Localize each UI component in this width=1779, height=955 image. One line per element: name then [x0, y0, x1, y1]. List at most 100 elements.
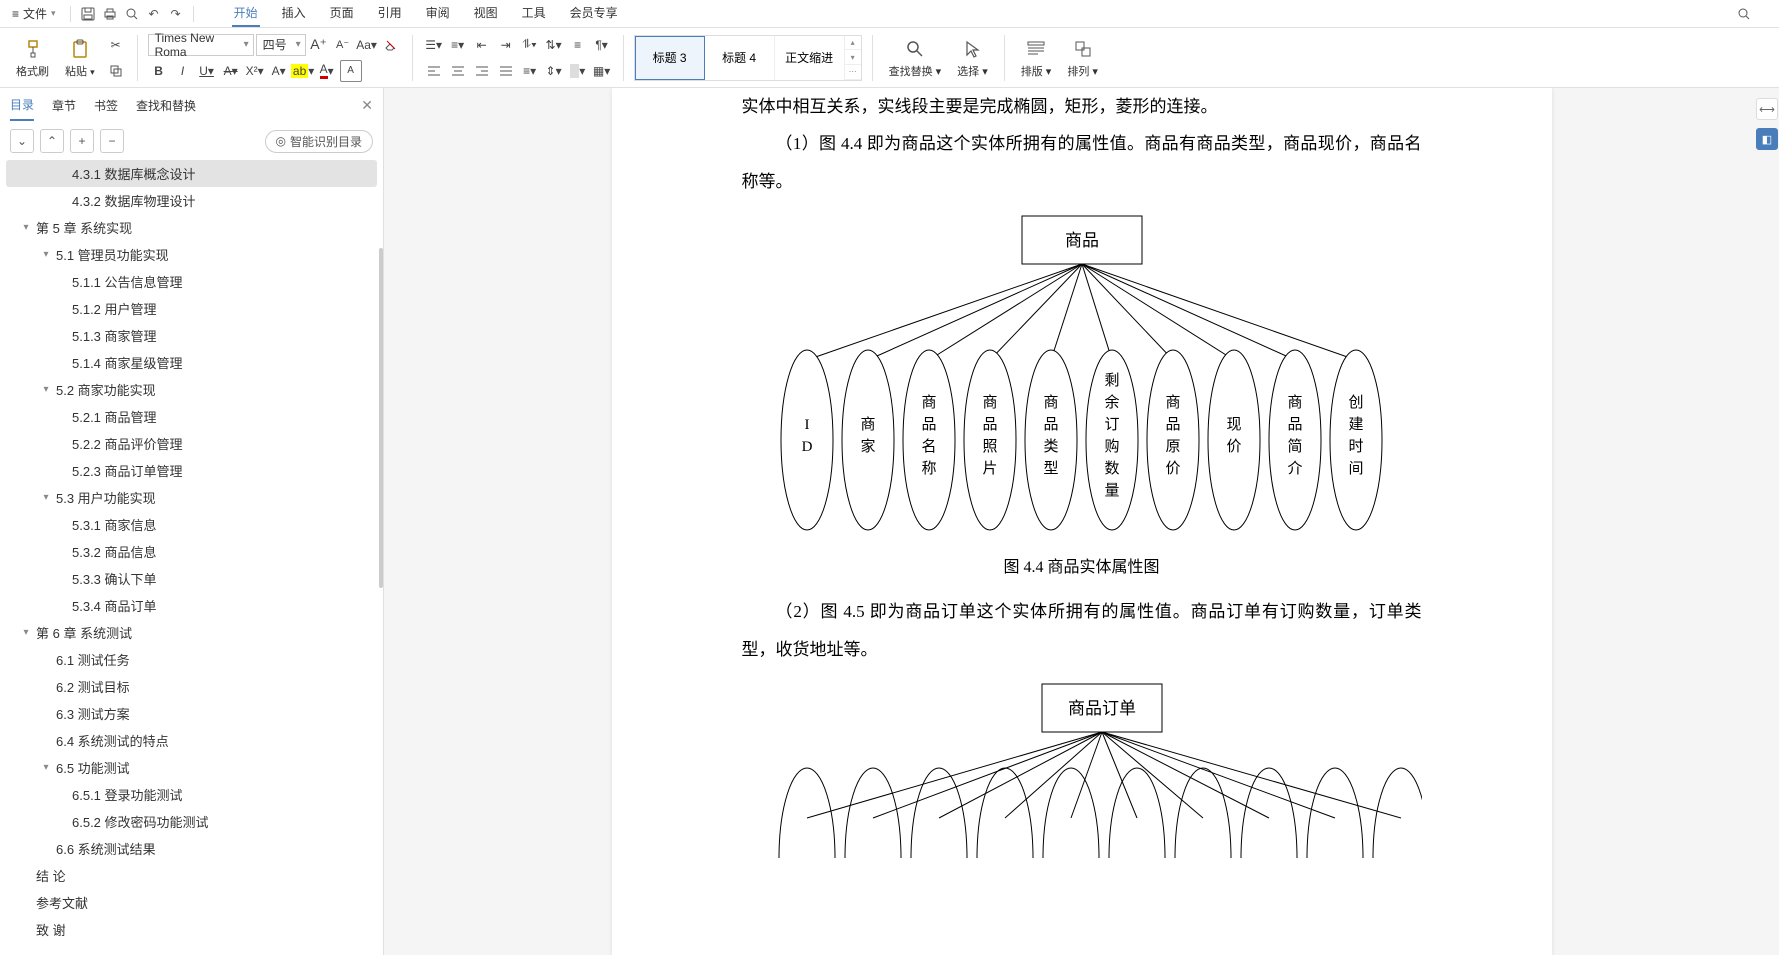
italic-icon[interactable]: I: [172, 60, 194, 82]
add-icon[interactable]: +: [70, 129, 94, 153]
toc-item[interactable]: ▾第 5 章 系统实现: [6, 214, 377, 241]
tab-insert[interactable]: 插入: [280, 0, 308, 27]
remove-icon[interactable]: −: [100, 129, 124, 153]
tab-page[interactable]: 页面: [328, 0, 356, 27]
scroll-up-icon[interactable]: ▴: [845, 36, 861, 51]
style-body-indent[interactable]: 正文缩进: [775, 36, 845, 80]
search-icon[interactable]: [1735, 5, 1753, 23]
distribute-icon[interactable]: ≡▾: [519, 60, 541, 82]
toc-item[interactable]: 5.1.4 商家星级管理: [6, 349, 377, 376]
toc-item[interactable]: 6.5.1 登录功能测试: [6, 781, 377, 808]
toc-item[interactable]: 6.6 系统测试结果: [6, 835, 377, 862]
spacing-icon[interactable]: ⇕▾: [543, 60, 565, 82]
find-replace-button[interactable]: 查找替换 ▾: [883, 35, 948, 81]
grow-font-icon[interactable]: A⁺: [308, 34, 330, 56]
underline-icon[interactable]: U▾: [196, 60, 218, 82]
toc-item[interactable]: ▾5.3 用户功能实现: [6, 484, 377, 511]
toc-item[interactable]: 参考文献: [6, 889, 377, 916]
rail-ai-icon[interactable]: ◧: [1756, 128, 1778, 150]
style-heading4[interactable]: 标题 4: [705, 36, 775, 80]
scroll-down-icon[interactable]: ▾: [845, 50, 861, 65]
layout-button[interactable]: 排版 ▾: [1015, 35, 1058, 81]
phonetic-icon[interactable]: A: [340, 60, 362, 82]
toc-item[interactable]: ▾6.5 功能测试: [6, 754, 377, 781]
style-heading3[interactable]: 标题 3: [635, 36, 705, 80]
text-direction-icon[interactable]: ⥮▾: [519, 34, 541, 56]
align-justify-icon[interactable]: [495, 60, 517, 82]
cut-icon[interactable]: ✂: [105, 34, 127, 56]
borders-icon[interactable]: ▦▾: [591, 60, 613, 82]
toc-item[interactable]: 6.1 测试任务: [6, 646, 377, 673]
toc-item[interactable]: ▾5.2 商家功能实现: [6, 376, 377, 403]
shrink-font-icon[interactable]: A⁻: [332, 34, 354, 56]
tab-chapter[interactable]: 章节: [52, 91, 76, 120]
expand-down-icon[interactable]: ⌄: [10, 129, 34, 153]
clear-format-icon[interactable]: [380, 34, 402, 56]
close-pane-icon[interactable]: ✕: [361, 97, 373, 114]
bullets-icon[interactable]: ☰▾: [423, 34, 445, 56]
toc-item[interactable]: 5.2.3 商品订单管理: [6, 457, 377, 484]
decrease-indent-icon[interactable]: ⇤: [471, 34, 493, 56]
toc-item[interactable]: 5.3.1 商家信息: [6, 511, 377, 538]
smart-toc-button[interactable]: ◎ 智能识别目录: [265, 130, 374, 153]
toc-item[interactable]: 5.2.2 商品评价管理: [6, 430, 377, 457]
toc-item[interactable]: 致 谢: [6, 916, 377, 943]
undo-icon[interactable]: ↶: [145, 5, 163, 23]
tab-references[interactable]: 引用: [376, 0, 404, 27]
toc-item[interactable]: 5.3.4 商品订单: [6, 592, 377, 619]
file-menu[interactable]: ≡ 文件 ▾: [6, 3, 62, 24]
tab-find-replace[interactable]: 查找和替换: [136, 91, 196, 120]
toc-item[interactable]: 4.3.2 数据库物理设计: [6, 187, 377, 214]
tab-view[interactable]: 视图: [472, 0, 500, 27]
toc-item[interactable]: 5.1.2 用户管理: [6, 295, 377, 322]
toc-item[interactable]: 6.3 测试方案: [6, 700, 377, 727]
show-marks-icon[interactable]: ¶▾: [591, 34, 613, 56]
redo-icon[interactable]: ↷: [167, 5, 185, 23]
preview-icon[interactable]: [123, 5, 141, 23]
collapse-up-icon[interactable]: ⌃: [40, 129, 64, 153]
font-size-combo[interactable]: 四号▾: [256, 34, 306, 56]
toc-item[interactable]: 6.4 系统测试的特点: [6, 727, 377, 754]
toc-item[interactable]: 结 论: [6, 862, 377, 889]
toc-item[interactable]: ▾第 6 章 系统测试: [6, 619, 377, 646]
toc-item[interactable]: 5.3.2 商品信息: [6, 538, 377, 565]
font-name-combo[interactable]: Times New Roma▾: [148, 34, 254, 56]
highlight-icon[interactable]: ab▾: [292, 60, 314, 82]
toc-item[interactable]: 5.1.1 公告信息管理: [6, 268, 377, 295]
tab-vip[interactable]: 会员专享: [568, 0, 620, 27]
align-center-icon[interactable]: [447, 60, 469, 82]
increase-indent-icon[interactable]: ⇥: [495, 34, 517, 56]
change-case-icon[interactable]: Aa▾: [356, 34, 378, 56]
tab-home[interactable]: 开始: [232, 0, 260, 27]
copy-icon[interactable]: [105, 60, 127, 82]
font-color-icon[interactable]: A▾: [316, 60, 338, 82]
superscript-icon[interactable]: X²▾: [244, 60, 266, 82]
paste-button[interactable]: 粘贴 ▾: [59, 35, 101, 81]
toc-item[interactable]: 4.3.1 数据库概念设计: [6, 160, 377, 187]
document-viewport[interactable]: ⟷ ◧ 实体中相互关系，实线段主要是完成椭圆，矩形，菱形的连接。 （1）图 4.…: [384, 88, 1779, 955]
save-icon[interactable]: [79, 5, 97, 23]
print-icon[interactable]: [101, 5, 119, 23]
select-button[interactable]: 选择 ▾: [951, 35, 994, 81]
toc-item[interactable]: 6.2 测试目标: [6, 673, 377, 700]
tab-tools[interactable]: 工具: [520, 0, 548, 27]
strikethrough-icon[interactable]: A▾: [220, 60, 242, 82]
arrange-button[interactable]: 排列 ▾: [1061, 35, 1104, 81]
rail-expand-icon[interactable]: ⟷: [1756, 98, 1778, 120]
expand-styles-icon[interactable]: ⋯: [845, 65, 861, 80]
toc-item[interactable]: 5.3.3 确认下单: [6, 565, 377, 592]
tab-bookmark[interactable]: 书签: [94, 91, 118, 120]
scrollbar-thumb[interactable]: [379, 248, 383, 588]
align-left-icon[interactable]: [423, 60, 445, 82]
toc-item[interactable]: 5.2.1 商品管理: [6, 403, 377, 430]
text-effects-icon[interactable]: A▾: [268, 60, 290, 82]
toc-item[interactable]: 5.1.3 商家管理: [6, 322, 377, 349]
tab-toc[interactable]: 目录: [10, 90, 34, 121]
numbering-icon[interactable]: ≡▾: [447, 34, 469, 56]
toc-item[interactable]: ▾5.1 管理员功能实现: [6, 241, 377, 268]
sort-icon[interactable]: ⇅▾: [543, 34, 565, 56]
toc-item[interactable]: 6.5.2 修改密码功能测试: [6, 808, 377, 835]
bold-icon[interactable]: B: [148, 60, 170, 82]
tab-review[interactable]: 审阅: [424, 0, 452, 27]
shading-icon[interactable]: ▾: [567, 60, 589, 82]
